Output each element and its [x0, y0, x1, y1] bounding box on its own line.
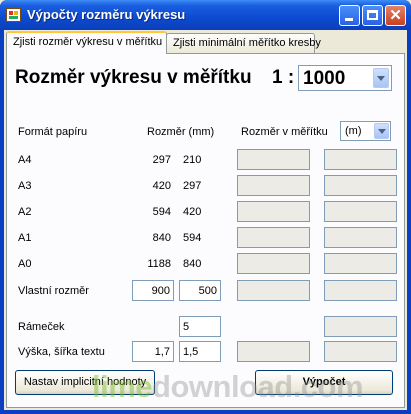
row-a1-height: 594 — [183, 232, 202, 244]
chevron-down-icon — [377, 76, 385, 81]
watermark-part2: download — [152, 369, 293, 404]
a1-scaled-width-field[interactable] — [237, 227, 310, 248]
a0-scaled-height-field[interactable] — [324, 253, 397, 274]
client-area: Zjisti rozměr výkresu v měřítku Zjisti m… — [4, 30, 407, 410]
text-scaled-width-field[interactable] — [324, 341, 397, 362]
page-title: Rozměr výkresu v měřítku — [15, 67, 252, 88]
row-a2-height: 420 — [183, 206, 202, 218]
tab-panel: Rozměr výkresu v měřítku 1 : 1000 Formát… — [6, 53, 405, 408]
maximize-button[interactable] — [362, 5, 383, 26]
row-a3-height: 297 — [183, 180, 202, 192]
frame-input[interactable] — [179, 316, 221, 337]
custom-width-input[interactable] — [132, 280, 174, 301]
scale-combobox[interactable]: 1000 — [298, 65, 392, 91]
column-format-label: Formát papíru — [18, 126, 88, 138]
app-icon — [6, 8, 21, 22]
watermark-part1: lime — [92, 369, 153, 404]
a3-scaled-width-field[interactable] — [237, 175, 310, 196]
unit-value: (m) — [345, 125, 362, 137]
app-window: Výpočty rozměru výkresu ✕ Zjisti rozměr … — [0, 0, 411, 414]
chevron-down-icon — [378, 129, 386, 134]
title-bar[interactable]: Výpočty rozměru výkresu ✕ — [0, 0, 411, 30]
row-a0-width: 1188 — [147, 258, 171, 270]
tab-scale-size[interactable]: Zjisti rozměr výkresu v měřítku — [6, 31, 167, 54]
custom-size-label: Vlastní rozměr — [18, 285, 89, 297]
a2-scaled-width-field[interactable] — [237, 201, 310, 222]
row-a1-label: A1 — [18, 232, 32, 244]
watermark-part3: .com — [292, 369, 364, 404]
text-width-input[interactable] — [179, 341, 221, 362]
a4-scaled-width-field[interactable] — [237, 149, 310, 170]
frame-label: Rámeček — [18, 321, 65, 333]
close-button[interactable]: ✕ — [385, 5, 406, 26]
custom-height-input[interactable] — [179, 280, 221, 301]
text-height-input[interactable] — [132, 341, 174, 362]
a0-scaled-width-field[interactable] — [237, 253, 310, 274]
a1-scaled-height-field[interactable] — [324, 227, 397, 248]
row-a4-height: 210 — [183, 154, 202, 166]
app-icon-block-yellow — [14, 11, 18, 15]
scale-value: 1000 — [303, 68, 346, 89]
row-a3-width: 420 — [152, 180, 171, 192]
custom-scaled-width-field[interactable] — [237, 280, 310, 301]
column-scaled-label: Rozměr v měřítku — [241, 126, 328, 138]
row-a2-label: A2 — [18, 206, 32, 218]
frame-scaled-field[interactable] — [324, 316, 397, 337]
window-title: Výpočty rozměru výkresu — [27, 7, 186, 22]
text-size-label: Výška, šířka textu — [18, 346, 105, 358]
row-a0-label: A0 — [18, 258, 32, 270]
row-a4-label: A4 — [18, 154, 32, 166]
close-icon: ✕ — [389, 7, 402, 24]
custom-scaled-height-field[interactable] — [324, 280, 397, 301]
ratio-prefix: 1 : — [272, 67, 295, 88]
a4-scaled-height-field[interactable] — [324, 149, 397, 170]
maximize-icon — [367, 10, 378, 20]
tab-min-scale[interactable]: Zjisti minimální měřítko kresby — [166, 33, 321, 53]
row-a2-width: 594 — [152, 206, 171, 218]
unit-combobox[interactable]: (m) — [340, 121, 391, 141]
row-a3-label: A3 — [18, 180, 32, 192]
app-icon-block-red — [9, 11, 13, 15]
minimize-button[interactable] — [339, 5, 360, 26]
a3-scaled-height-field[interactable] — [324, 175, 397, 196]
column-size-label: Rozměr (mm) — [147, 126, 215, 138]
app-icon-block-green — [9, 16, 18, 19]
watermark: limedownload.com — [92, 369, 364, 405]
text-scaled-height-field[interactable] — [237, 341, 310, 362]
scale-dropdown-button[interactable] — [373, 68, 389, 88]
row-a1-width: 840 — [152, 232, 171, 244]
row-a4-width: 297 — [152, 154, 171, 166]
a2-scaled-height-field[interactable] — [324, 201, 397, 222]
minimize-icon — [345, 18, 353, 21]
row-a0-height: 840 — [183, 258, 202, 270]
unit-dropdown-button[interactable] — [374, 123, 389, 139]
